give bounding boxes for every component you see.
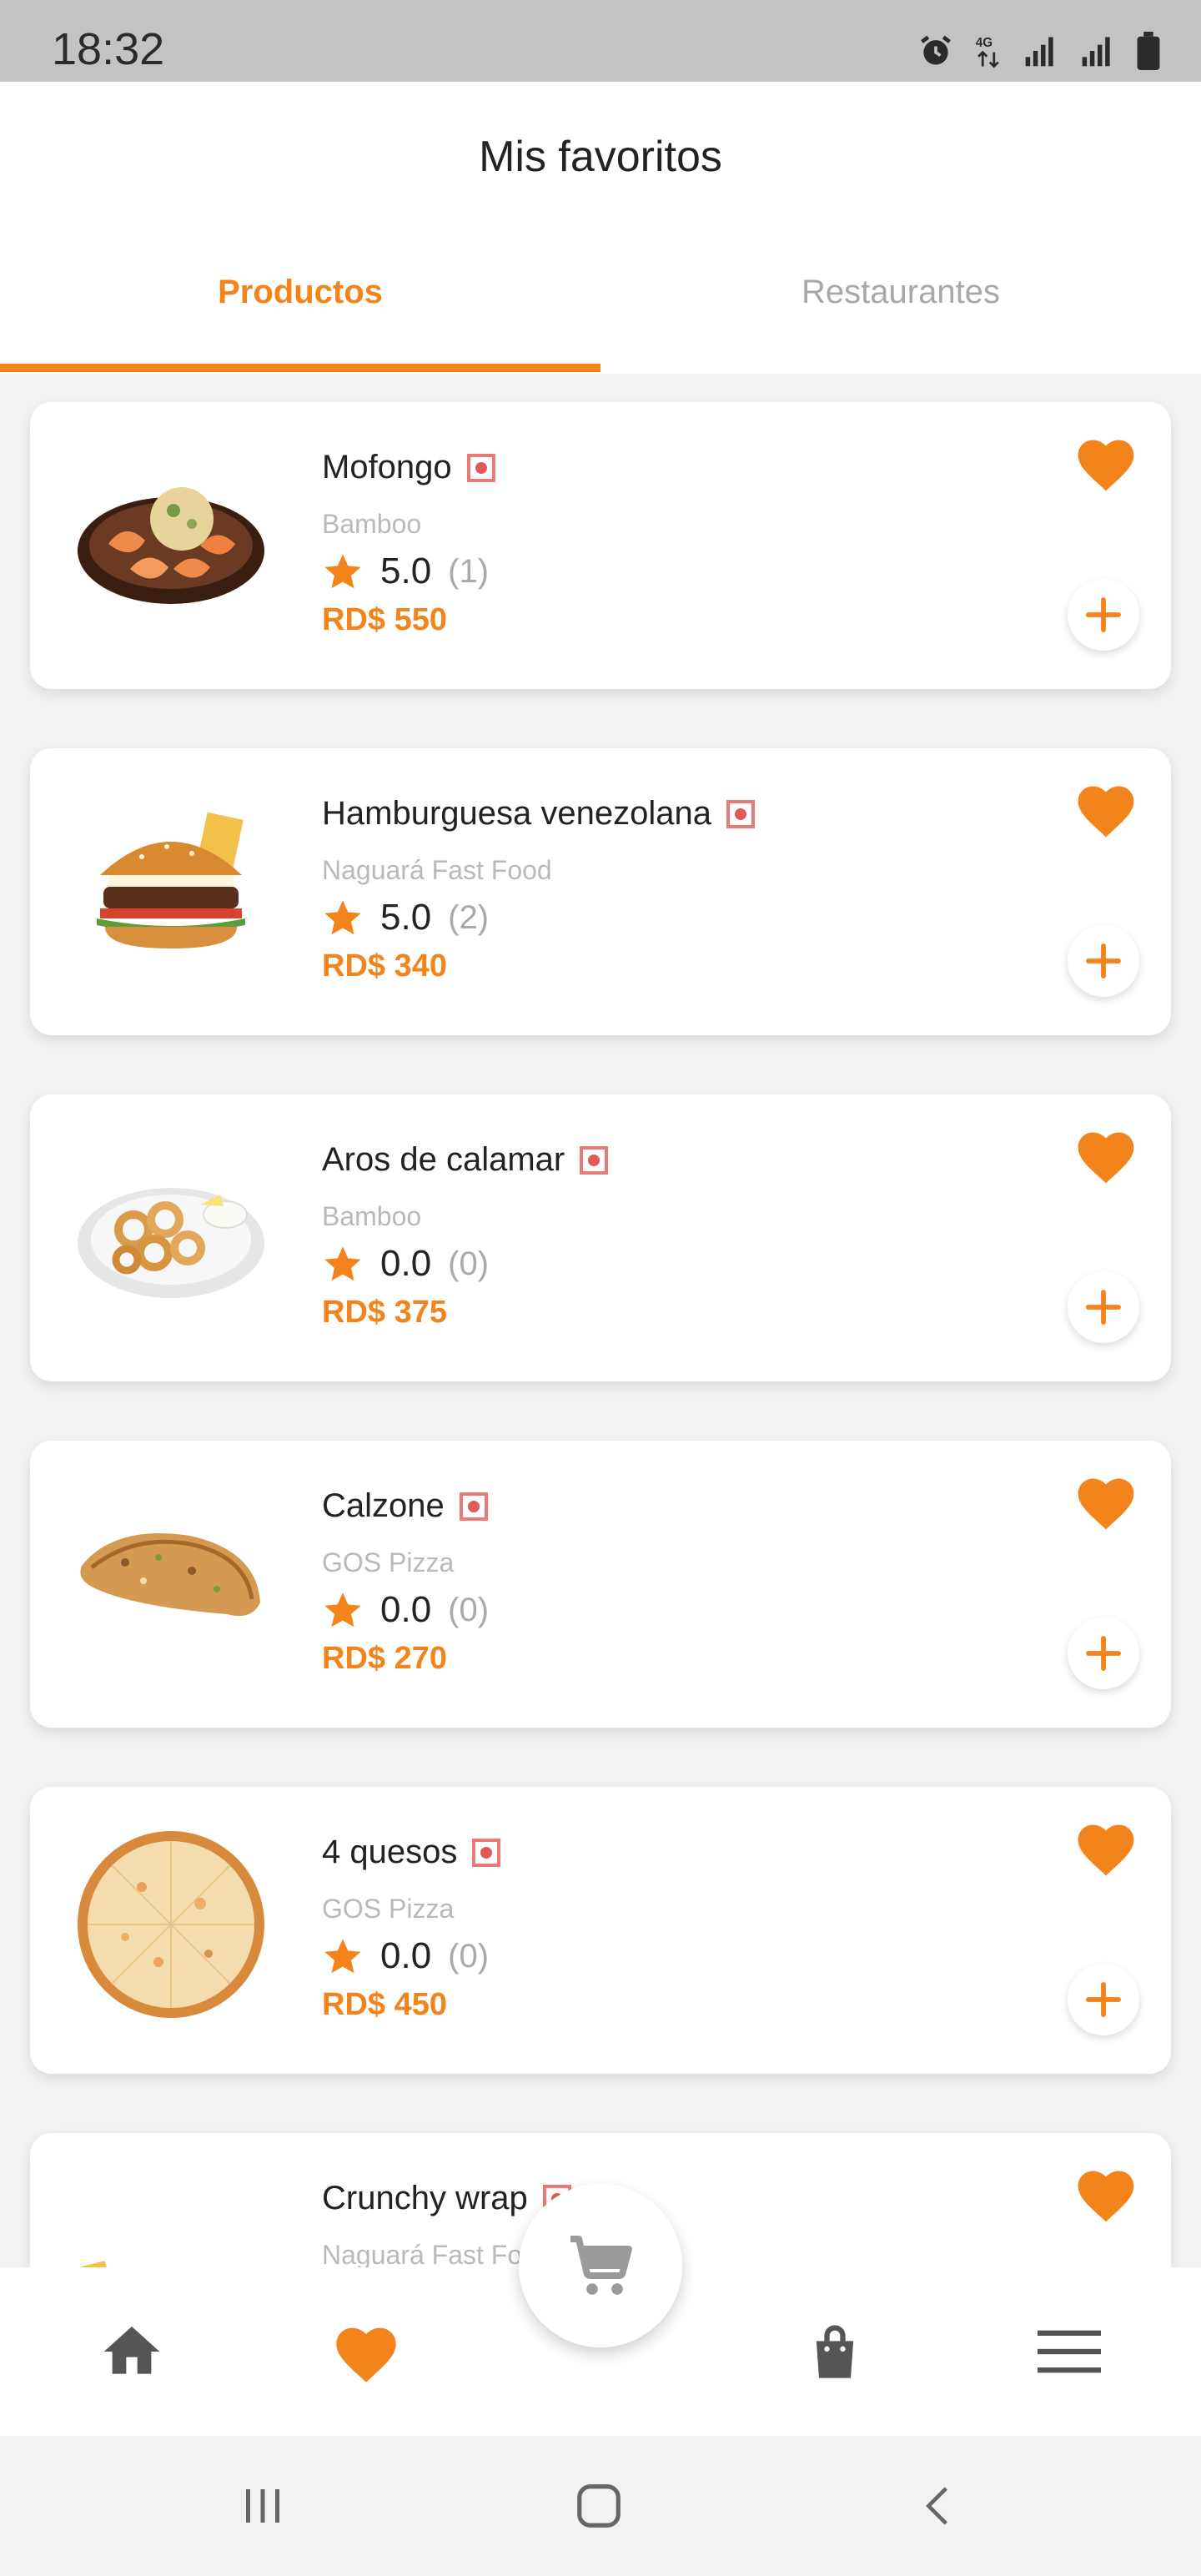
battery-icon: [1137, 32, 1160, 70]
recent-apps-button[interactable]: [234, 2473, 292, 2539]
nav-favorites[interactable]: [329, 2314, 404, 2389]
product-card[interactable]: 4 quesos GOS Pizza 0.0 (0) RD$ 450: [30, 1787, 1171, 2074]
page-title: Mis favoritos: [479, 133, 722, 181]
plus-icon: [1086, 943, 1121, 979]
tab-indicator: [0, 364, 600, 372]
cart-icon: [570, 2236, 632, 2295]
rating-count: (0): [448, 1937, 490, 1975]
plus-icon: [1086, 1290, 1121, 1325]
rating-count: (2): [448, 898, 490, 936]
heart-icon[interactable]: [1073, 1124, 1139, 1185]
star-icon: [324, 554, 361, 589]
bag-icon: [816, 2325, 854, 2378]
product-price: RD$ 270: [322, 1641, 447, 1676]
recent-apps-icon: [246, 2489, 279, 2523]
svg-text:4G: 4G: [976, 36, 992, 50]
rating-count: (1): [448, 552, 490, 590]
product-badge-icon: [466, 453, 495, 482]
add-to-cart-button[interactable]: [1068, 1618, 1139, 1689]
rating-count: (0): [448, 1245, 490, 1282]
product-price: RD$ 375: [322, 1295, 447, 1330]
rating-value: 0.0: [380, 1935, 432, 1976]
plus-icon: [1086, 1982, 1121, 2017]
alarm-icon: [921, 35, 951, 65]
nav-menu[interactable]: [1032, 2314, 1107, 2389]
header: Mis favoritos Productos Restaurantes: [0, 82, 1201, 374]
back-icon: [926, 2487, 947, 2525]
restaurant-name: Naguará Fast Food: [322, 855, 552, 885]
rating-count: (0): [448, 1591, 490, 1628]
tab-restaurants[interactable]: Restaurantes: [600, 274, 1201, 311]
status-bar: 18:32 4G: [0, 0, 1201, 82]
product-price: RD$ 550: [322, 602, 447, 637]
star-icon: [324, 1592, 361, 1628]
add-to-cart-button[interactable]: [1068, 579, 1139, 651]
product-badge-icon: [580, 1145, 609, 1175]
product-image: [78, 487, 264, 604]
plus-icon: [1086, 1636, 1121, 1671]
star-icon: [324, 1939, 361, 1974]
nav-home[interactable]: [94, 2314, 169, 2389]
restaurant-name: GOS Pizza: [322, 1894, 455, 1924]
data-4g-icon: 4G: [976, 36, 999, 68]
product-name: Calzone: [322, 1487, 445, 1524]
status-icons: 4G: [917, 30, 1161, 72]
product-name: Aros de calamar: [322, 1141, 565, 1178]
product-name: Hamburguesa venezolana: [322, 795, 711, 832]
menu-icon: [1038, 2330, 1101, 2373]
product-image: [97, 812, 245, 948]
restaurant-name: Naguará Fast Food: [322, 2240, 552, 2267]
product-name: Mofongo: [322, 449, 452, 486]
add-to-cart-button[interactable]: [1068, 1964, 1139, 2035]
star-icon: [324, 1246, 361, 1281]
heart-icon[interactable]: [1073, 432, 1139, 492]
product-card[interactable]: Aros de calamar Bamboo 0.0 (0) RD$ 375: [30, 1094, 1171, 1381]
product-image: [78, 1831, 264, 2018]
restaurant-name: GOS Pizza: [322, 1547, 455, 1577]
restaurant-name: Bamboo: [322, 509, 422, 539]
star-icon: [324, 900, 361, 935]
product-card[interactable]: Hamburguesa venezolana Naguará Fast Food…: [30, 748, 1171, 1035]
product-card[interactable]: Calzone GOS Pizza 0.0 (0) RD$ 270: [30, 1441, 1171, 1728]
rating-value: 5.0: [380, 551, 432, 591]
rating-value: 0.0: [380, 1589, 432, 1630]
nav-orders[interactable]: [797, 2314, 872, 2389]
product-price: RD$ 450: [322, 1987, 447, 2022]
system-nav: [0, 2436, 1201, 2576]
heart-icon: [336, 2327, 396, 2382]
product-badge-icon: [726, 799, 755, 828]
heart-icon[interactable]: [1073, 1471, 1139, 1531]
cart-button[interactable]: [519, 2184, 682, 2347]
home-square-icon: [577, 2484, 621, 2528]
home-button[interactable]: [565, 2473, 632, 2539]
status-time: 18:32: [52, 24, 165, 74]
add-to-cart-button[interactable]: [1068, 925, 1139, 997]
product-price: RD$ 340: [322, 948, 447, 984]
signal-icon: [1082, 37, 1110, 67]
product-name: Crunchy wrap: [322, 2180, 528, 2216]
product-badge-icon: [472, 1838, 501, 1867]
product-name: 4 quesos: [322, 1834, 458, 1870]
home-icon: [103, 2327, 160, 2374]
product-image: [80, 2261, 115, 2267]
rating-value: 5.0: [380, 897, 432, 938]
heart-icon[interactable]: [1073, 1817, 1139, 1877]
product-badge-icon: [459, 1492, 488, 1521]
rating-value: 0.0: [380, 1243, 432, 1284]
product-card[interactable]: Mofongo Bamboo 5.0 (1) RD$ 550: [30, 402, 1171, 689]
signal-icon: [1025, 37, 1053, 67]
restaurant-name: Bamboo: [322, 1201, 422, 1231]
back-button[interactable]: [909, 2473, 967, 2539]
heart-icon[interactable]: [1073, 2163, 1139, 2223]
product-image: [80, 1532, 260, 1617]
plus-icon: [1086, 597, 1121, 632]
heart-icon[interactable]: [1073, 778, 1139, 838]
product-image: [78, 1188, 264, 1298]
add-to-cart-button[interactable]: [1068, 1271, 1139, 1343]
favorites-list[interactable]: Mofongo Bamboo 5.0 (1) RD$ 550 Hamburgue…: [0, 374, 1201, 2267]
tab-products[interactable]: Productos: [0, 274, 600, 311]
